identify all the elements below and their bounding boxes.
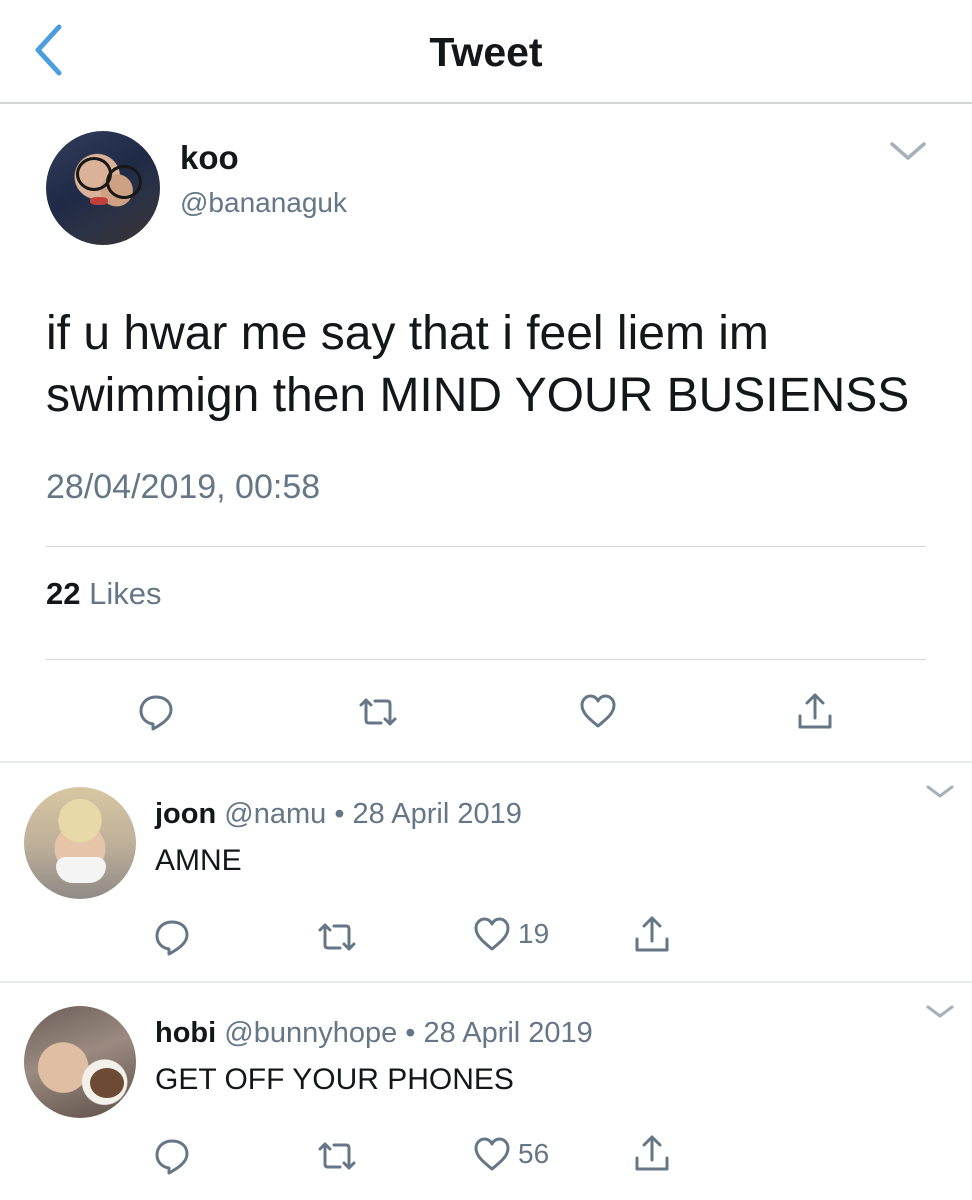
avatar[interactable] <box>24 1006 136 1118</box>
divider <box>46 546 926 547</box>
share-button[interactable] <box>632 913 672 955</box>
like-count: 56 <box>518 1138 550 1169</box>
page-title: Tweet <box>429 29 543 75</box>
reply-author-handle[interactable]: @bunnyhope <box>224 1017 397 1049</box>
retweet-button[interactable] <box>314 1138 360 1174</box>
reply-author-name[interactable]: hobi <box>155 1017 216 1049</box>
tweet-text: if u hwar me say that i feel liem im swi… <box>46 307 910 422</box>
tweet-timestamp: 28/04/2019, 00:58 <box>46 468 321 506</box>
retweet-button[interactable] <box>355 694 401 730</box>
retweet-icon <box>355 694 401 730</box>
reply-icon <box>152 917 192 957</box>
reply-icon <box>136 692 176 732</box>
share-icon <box>632 913 672 955</box>
reply-text: GET OFF YOUR PHONES <box>155 1063 514 1096</box>
heart-icon <box>578 692 618 730</box>
reply-button[interactable] <box>152 917 192 957</box>
like-button[interactable]: 56 <box>472 1135 549 1173</box>
heart-icon <box>472 1135 512 1173</box>
retweet-button[interactable] <box>314 919 360 955</box>
author-display-name[interactable]: koo <box>180 138 239 178</box>
reply-author-name[interactable]: joon <box>155 798 216 830</box>
share-button[interactable] <box>632 1132 672 1174</box>
section-divider <box>0 981 972 983</box>
chevron-down-icon <box>920 785 960 811</box>
like-button[interactable] <box>578 692 618 730</box>
reply-options-button[interactable] <box>920 997 960 1027</box>
reply-header: hobi @bunnyhope • 28 April 2019 <box>155 1014 593 1052</box>
section-divider <box>0 761 972 763</box>
divider <box>46 659 926 660</box>
separator-dot: • <box>405 1017 416 1049</box>
share-icon <box>795 690 835 732</box>
like-button[interactable]: 19 <box>472 915 549 953</box>
reply-date: 28 April 2019 <box>352 798 522 830</box>
header-divider <box>0 102 972 104</box>
separator-dot: • <box>334 798 345 830</box>
likes-label: Likes <box>89 576 162 611</box>
reply-date: 28 April 2019 <box>423 1017 593 1049</box>
avatar[interactable] <box>46 131 160 245</box>
reply-author-handle[interactable]: @namu <box>224 798 326 830</box>
reply-text: AMNE <box>155 844 242 877</box>
retweet-icon <box>314 1138 360 1174</box>
reply-button[interactable] <box>152 1136 192 1176</box>
likes-count: 22 <box>46 576 81 611</box>
chevron-down-icon <box>884 142 932 176</box>
reply-options-button[interactable] <box>920 777 960 807</box>
avatar[interactable] <box>24 787 136 899</box>
tweet-options-button[interactable] <box>884 132 932 172</box>
share-button[interactable] <box>795 690 835 732</box>
likes-summary[interactable]: 22 Likes <box>46 574 161 614</box>
reply-header: joon @namu • 28 April 2019 <box>155 795 522 833</box>
share-icon <box>632 1132 672 1174</box>
like-count: 19 <box>518 918 550 949</box>
retweet-icon <box>314 919 360 955</box>
chevron-down-icon <box>920 1005 960 1031</box>
reply-button[interactable] <box>136 692 176 732</box>
heart-icon <box>472 915 512 953</box>
reply-icon <box>152 1136 192 1176</box>
author-handle[interactable]: @bananaguk <box>180 186 347 220</box>
